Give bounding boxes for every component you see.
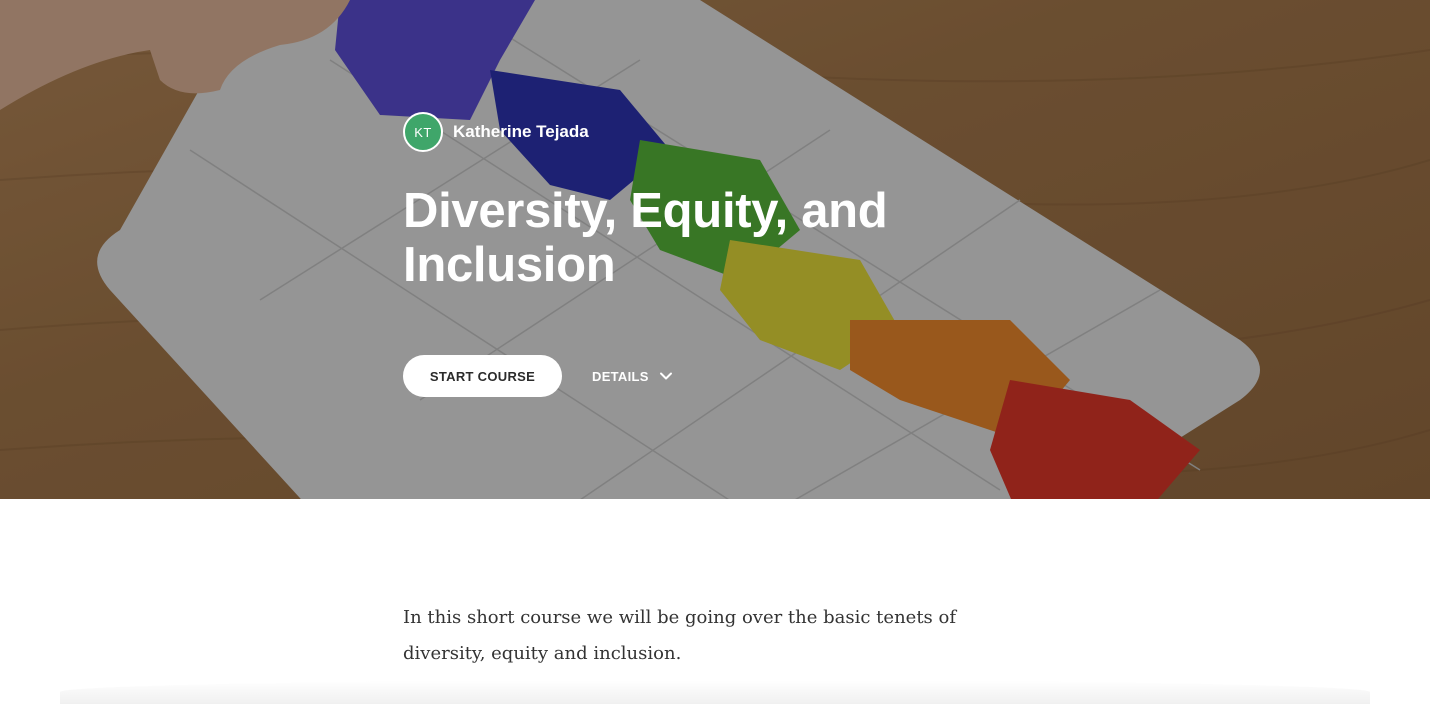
author-name: Katherine Tejada <box>453 122 589 141</box>
course-description: In this short course we will be going ov… <box>403 607 957 664</box>
author-avatar: KT <box>403 112 443 152</box>
details-button[interactable]: DETAILS <box>592 355 673 397</box>
chevron-down-icon <box>659 369 673 383</box>
details-label: DETAILS <box>592 368 649 384</box>
course-hero: KT Katherine Tejada Diversity, Equity, a… <box>0 0 1430 499</box>
course-title: Diversity, Equity, and Inclusion <box>403 184 888 292</box>
content-card-edge <box>60 680 1370 704</box>
start-course-button[interactable]: START COURSE <box>403 355 562 397</box>
author-info: KT Katherine Tejada <box>403 112 589 152</box>
